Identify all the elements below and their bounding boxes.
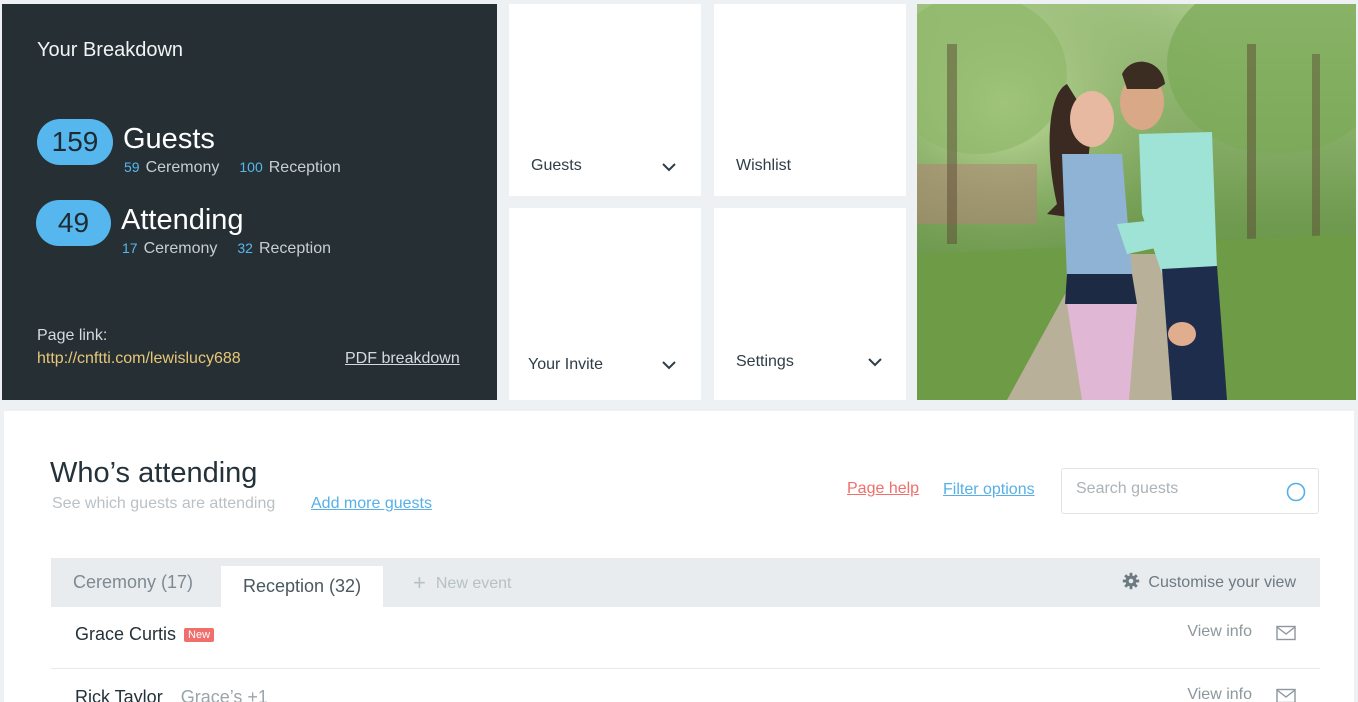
- guest-name-cell: Grace Curtis New: [75, 624, 215, 645]
- guest-name: Grace Curtis: [75, 624, 177, 644]
- guests-breakdown: 59 Ceremony 100 Reception: [124, 159, 341, 177]
- tab-new-event[interactable]: + New event: [391, 558, 533, 607]
- attending-reception-label: Reception: [258, 240, 332, 257]
- view-info-link[interactable]: View info: [1187, 686, 1252, 702]
- plus-icon: +: [413, 570, 426, 595]
- table-row: Rick Taylor Grace’s +1 View info: [51, 670, 1320, 702]
- breakdown-panel: Your Breakdown 159 Guests 59 Ceremony 100 R…: [2, 4, 497, 400]
- section-subtitle: See which guests are attending: [52, 495, 276, 512]
- add-more-guests-link[interactable]: Add more guests: [311, 495, 432, 513]
- settings-tile[interactable]: Settings: [714, 208, 906, 400]
- guests-count-badge: 159: [37, 119, 113, 165]
- guests-tile[interactable]: Guests: [509, 4, 701, 196]
- new-event-label: New event: [435, 575, 512, 592]
- guest-note: Grace’s +1: [180, 687, 268, 702]
- new-badge: New: [184, 628, 215, 642]
- search-icon[interactable]: [1286, 482, 1306, 502]
- chevron-down-icon: [661, 357, 677, 373]
- gear-icon: [1122, 572, 1140, 595]
- guest-name-cell: Rick Taylor Grace’s +1: [75, 687, 268, 702]
- chevron-down-icon: [867, 354, 883, 370]
- attending-reception-count: 32: [237, 240, 253, 256]
- attending-count-badge: 49: [36, 200, 111, 246]
- tab-ceremony[interactable]: Ceremony (17): [51, 558, 215, 607]
- guests-ceremony-count: 59: [124, 159, 140, 175]
- section-title: Who’s attending: [50, 457, 258, 489]
- breakdown-title: Your Breakdown: [37, 39, 184, 61]
- view-info-link[interactable]: View info: [1187, 623, 1252, 641]
- guests-label: Guests: [123, 123, 215, 155]
- filter-options-link[interactable]: Filter options: [943, 481, 1035, 499]
- invite-tile[interactable]: Your Invite: [509, 208, 701, 400]
- invite-tile-label: Your Invite: [528, 356, 604, 373]
- guests-reception-label: Reception: [268, 159, 341, 176]
- couple-photo: [917, 4, 1356, 400]
- attending-ceremony-count: 17: [122, 240, 138, 256]
- wishlist-tile-label: Wishlist: [736, 157, 792, 174]
- guests-tile-label: Guests: [531, 157, 582, 174]
- settings-tile-label: Settings: [736, 353, 794, 370]
- pdf-breakdown-link[interactable]: PDF breakdown: [345, 350, 460, 368]
- attending-section: Who’s attending See which guests are att…: [4, 411, 1354, 702]
- page-link-label: Page link:: [37, 327, 108, 344]
- search-box: [1061, 468, 1319, 514]
- page-link[interactable]: http://cnftti.com/lewislucy688: [37, 350, 241, 368]
- wishlist-tile[interactable]: Wishlist: [714, 4, 906, 196]
- attending-label: Attending: [121, 204, 244, 236]
- attending-breakdown: 17 Ceremony 32 Reception: [122, 240, 331, 258]
- page-help-link[interactable]: Page help: [847, 480, 919, 498]
- customise-label: Customise your view: [1148, 574, 1296, 591]
- attending-ceremony-label: Ceremony: [143, 240, 218, 257]
- mail-icon[interactable]: [1276, 625, 1296, 641]
- guests-reception-count: 100: [239, 159, 263, 175]
- search-input[interactable]: [1076, 480, 1276, 498]
- guests-ceremony-label: Ceremony: [145, 159, 220, 176]
- mail-icon[interactable]: [1276, 688, 1296, 702]
- table-row: Grace Curtis New View info: [51, 607, 1320, 669]
- customise-view-button[interactable]: Customise your view: [1122, 572, 1296, 595]
- guest-name: Rick Taylor: [75, 687, 163, 702]
- tab-reception[interactable]: Reception (32): [221, 566, 384, 607]
- chevron-down-icon: [661, 159, 677, 175]
- event-tabs: Ceremony (17) Reception (32) + New event: [51, 558, 1320, 607]
